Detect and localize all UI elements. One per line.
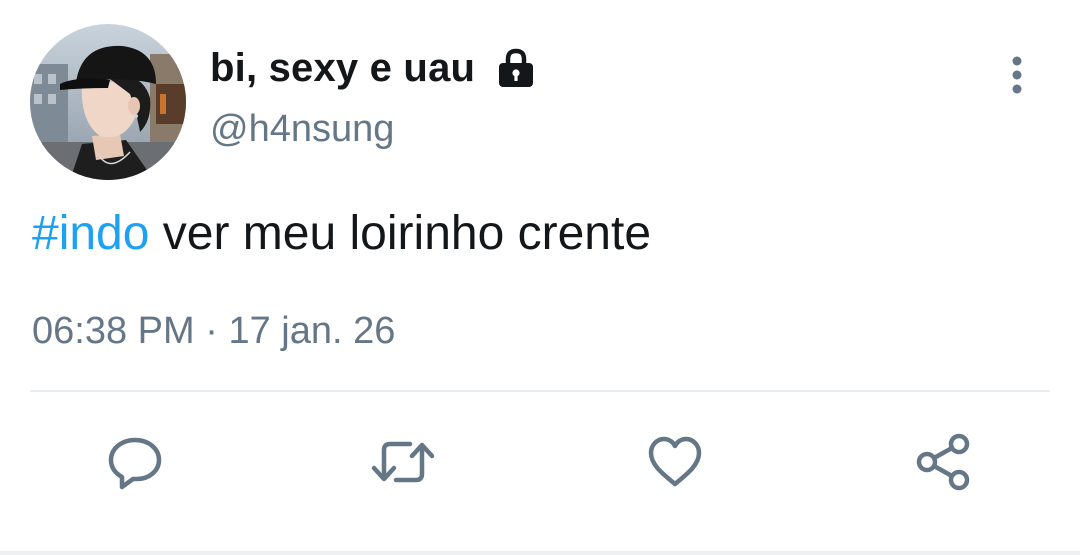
divider xyxy=(30,390,1050,392)
tweet-card: bi, sexy e uau @h4nsung #indo ver meu lo… xyxy=(0,0,1080,555)
tweet-time[interactable]: 06:38 PM xyxy=(32,310,195,352)
display-name[interactable]: bi, sexy e uau xyxy=(210,46,475,91)
tweet-body: ver meu loirinho crente xyxy=(149,207,652,260)
more-options-button[interactable] xyxy=(996,50,1038,100)
user-handle[interactable]: @h4nsung xyxy=(210,108,394,151)
bottom-border xyxy=(0,551,1080,555)
more-vertical-icon xyxy=(1012,56,1022,94)
avatar[interactable] xyxy=(30,24,186,180)
like-button[interactable] xyxy=(640,430,710,494)
reply-icon xyxy=(108,437,162,490)
hashtag-link[interactable]: #indo xyxy=(32,207,149,260)
reply-button[interactable] xyxy=(100,430,170,494)
meta-separator: · xyxy=(194,310,229,352)
retweet-button[interactable] xyxy=(368,430,438,494)
heart-icon xyxy=(648,436,702,487)
display-name-row: bi, sexy e uau xyxy=(210,40,537,96)
lock-icon xyxy=(495,47,537,89)
tweet-text: #indo ver meu loirinho crente xyxy=(32,206,651,261)
share-icon xyxy=(916,433,970,491)
tweet-timestamp: 06:38 PM · 17 jan. 26 xyxy=(32,310,395,353)
tweet-date[interactable]: 17 jan. 26 xyxy=(228,310,395,352)
share-button[interactable] xyxy=(908,430,978,494)
retweet-icon xyxy=(371,441,435,483)
action-bar xyxy=(0,430,1080,500)
